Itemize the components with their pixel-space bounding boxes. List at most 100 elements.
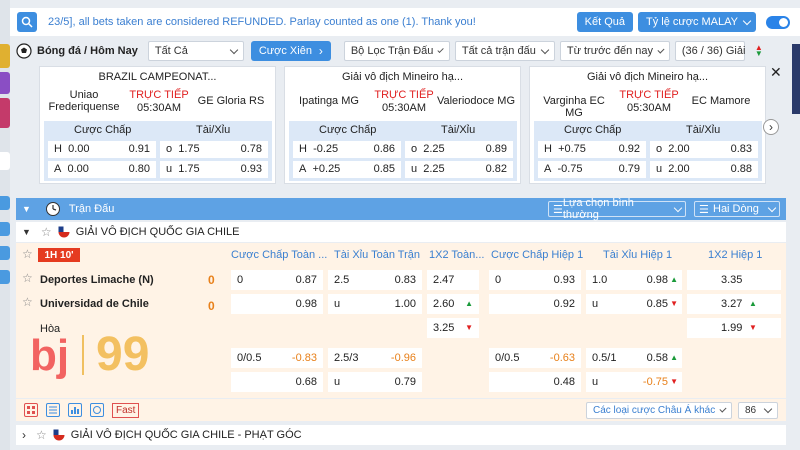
card-odds-box: Cược Chấp Tài/Xỉu H -0.25 0.86 o 2.25 0.89…	[289, 121, 517, 181]
stats-grid-icon[interactable]	[24, 403, 38, 417]
odds-up-icon: ▲	[749, 299, 757, 308]
fast-bet-button[interactable]: Fast	[112, 402, 140, 418]
odds-h1-ou2-over[interactable]: 0.5/1 0.58 ▲	[586, 348, 682, 368]
odds-price: 0.91	[128, 143, 150, 155]
card-league: Giải vô địch Mineiro hạ...	[586, 71, 709, 83]
col-ou-h1: Tài Xỉu Hiệp 1	[603, 249, 673, 261]
card-odds-hdp-away[interactable]: A -0.75 0.79	[538, 161, 646, 178]
odds-hdp2-home[interactable]: 0/0.5 -0.83	[231, 348, 323, 368]
odds-h1-1x2-draw[interactable]: 1.99 ▼	[687, 318, 781, 338]
odds-line: 2.25	[423, 163, 445, 175]
favorite-star-icon[interactable]: ☆	[22, 247, 33, 261]
featured-match-card[interactable]: Giải vô địch Mineiro hạ... Varginha EC M…	[529, 66, 766, 184]
odds-price: 0.85	[373, 163, 395, 175]
next-card-button[interactable]: ›	[763, 119, 779, 135]
card-away-team: Valeriodoce MG	[436, 95, 516, 107]
card-odds-ou-under[interactable]: u 1.75 0.93	[160, 161, 268, 178]
card-hdp-header: Cược Chấp	[74, 124, 132, 136]
odds-ou2-under[interactable]: u 0.79	[328, 372, 422, 392]
odds-h1-ou-over[interactable]: 1.0 0.98 ▲	[586, 270, 682, 290]
side-tab-5[interactable]	[0, 270, 10, 284]
odds-price: 0.79	[618, 163, 640, 175]
odds-up-icon: ▲	[670, 275, 678, 284]
odds-type-select[interactable]: Tỷ lệ cược MALAY	[637, 12, 756, 32]
sort-toggle[interactable]: ▲ ▼	[755, 44, 763, 58]
match-filter-select[interactable]: Bộ Lọc Trận Đấu	[343, 41, 450, 61]
favorite-star-icon[interactable]: ☆	[22, 295, 33, 309]
chevron-down-icon	[763, 404, 773, 413]
card-time: 05:30AM	[381, 102, 427, 114]
odds-h1-ou-under[interactable]: u 0.85 ▼	[586, 294, 682, 314]
odds-ou-under[interactable]: u 1.00	[328, 294, 422, 314]
league-count-button[interactable]: (36 / 36) Giải	[674, 41, 745, 61]
card-odds-hdp-away[interactable]: A +0.25 0.85	[293, 161, 401, 178]
chart-icon[interactable]	[68, 403, 82, 417]
odds-h1-1x2-home[interactable]: 3.35	[687, 270, 781, 290]
odds-h1-hdp2-away[interactable]: 0.48	[489, 372, 581, 392]
odds-hdp-home[interactable]: 0 0.87	[231, 270, 323, 290]
side-tab-3[interactable]	[0, 222, 10, 236]
odds-h1-hdp-home[interactable]: 0 0.93	[489, 270, 581, 290]
card-odds-ou-over[interactable]: o 1.75 0.78	[160, 141, 268, 158]
card-odds-ou-over[interactable]: o 2.25 0.89	[405, 141, 513, 158]
odds-side: A	[299, 163, 307, 175]
results-button[interactable]: Kết Quả	[576, 12, 633, 32]
favorite-star-icon[interactable]: ☆	[41, 225, 52, 239]
odds-h1-1x2-away[interactable]: 3.27 ▲	[687, 294, 781, 314]
odds-h1-ou2-under[interactable]: u -0.75 ▼	[586, 372, 682, 392]
league-row[interactable]: › ☆ GIẢI VÔ ĐỊCH QUỐC GIA CHILE - PHẠT G…	[16, 425, 786, 445]
league-row[interactable]: ▼ ☆ GIẢI VÔ ĐỊCH QUỐC GIA CHILE	[16, 222, 786, 242]
odds-price: 0.93	[240, 163, 262, 175]
lines-select[interactable]: ☰ Hai Dòng	[694, 201, 780, 217]
odds-ou2-over[interactable]: 2.5/3 -0.96	[328, 348, 422, 368]
card-odds-ou-under[interactable]: u 2.00 0.88	[650, 161, 758, 178]
close-icon[interactable]: ✕	[770, 64, 782, 81]
odds-1x2-away[interactable]: 2.60 ▲	[427, 294, 479, 314]
odds-hdp-away[interactable]: 0.98	[231, 294, 323, 314]
odds-h1-hdp-away[interactable]: 0.92	[489, 294, 581, 314]
all-matches-select[interactable]: Tất cả trận đấu	[454, 41, 555, 61]
promo-thumb-3[interactable]	[0, 98, 10, 128]
sort-select[interactable]: Từ trước đến nay	[559, 41, 670, 61]
card-odds-ou-under[interactable]: u 2.25 0.82	[405, 161, 513, 178]
favorite-star-icon[interactable]: ☆	[22, 271, 33, 285]
more-markets-select[interactable]: 86	[738, 401, 778, 419]
all-matches-value: Tất cả trận đấu	[461, 45, 536, 57]
odds-hdp2-away[interactable]: 0.68	[231, 372, 323, 392]
expand-icon[interactable]: ›	[22, 428, 26, 442]
display-toggle[interactable]	[766, 15, 790, 29]
favorite-star-icon[interactable]: ☆	[36, 428, 47, 442]
odds-h1-hdp2-home[interactable]: 0/0.5 -0.63	[489, 348, 581, 368]
promo-thumb-1[interactable]	[0, 44, 10, 68]
odds-line: +0.75	[558, 143, 586, 155]
card-away-team: EC Mamore	[691, 95, 751, 107]
away-score: 0	[208, 299, 215, 313]
odds-ou-over[interactable]: 2.5 0.83	[328, 270, 422, 290]
odds-1x2-home[interactable]: 2.47	[427, 270, 479, 290]
promo-thumb-2[interactable]	[0, 72, 10, 94]
market-select[interactable]: Tất Cả	[147, 41, 244, 61]
list-icon[interactable]	[46, 403, 60, 417]
refresh-icon[interactable]	[90, 403, 104, 417]
side-tab-1[interactable]	[0, 152, 10, 170]
search-button[interactable]	[17, 12, 37, 32]
parlay-button[interactable]: Cược Xiên ›	[250, 41, 331, 61]
other-bet-types-select[interactable]: Các loại cược Châu Á khác	[586, 401, 732, 419]
odds-line: +0.25	[312, 163, 341, 175]
sort-value: Từ trước đến nay	[566, 45, 653, 57]
featured-match-card[interactable]: Giải vô địch Mineiro hạ... Ipatinga MG T…	[284, 66, 521, 184]
card-odds-hdp-away[interactable]: A 0.00 0.80	[48, 161, 156, 178]
card-odds-hdp-home[interactable]: H -0.25 0.86	[293, 141, 401, 158]
card-odds-hdp-home[interactable]: H 0.00 0.91	[48, 141, 156, 158]
odds-price: 1.99	[721, 322, 743, 334]
collapse-icon[interactable]: ▼	[22, 227, 31, 237]
odds-price: 0.88	[730, 163, 752, 175]
side-tab-2[interactable]	[0, 196, 10, 210]
side-tab-4[interactable]	[0, 246, 10, 260]
card-odds-ou-over[interactable]: o 2.00 0.83	[650, 141, 758, 158]
odds-1x2-draw[interactable]: 3.25 ▼	[427, 318, 479, 338]
featured-match-card[interactable]: BRAZIL CAMPEONAT... Uniao Frederiquense …	[39, 66, 276, 184]
collapse-icon[interactable]: ▼	[22, 204, 31, 214]
card-odds-hdp-home[interactable]: H +0.75 0.92	[538, 141, 646, 158]
view-mode-select[interactable]: ☰ Lựa chọn bình thường	[548, 197, 686, 221]
